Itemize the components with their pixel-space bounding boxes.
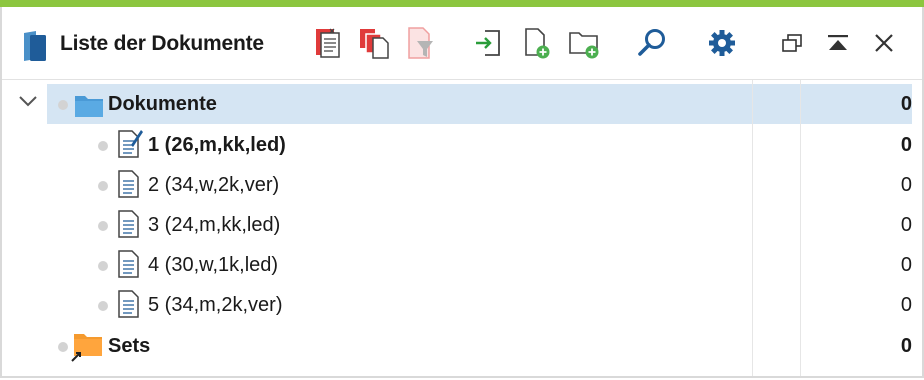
window-title: Liste der Dokumente — [60, 32, 264, 55]
filter-icon — [408, 27, 433, 59]
document-icon — [118, 210, 139, 238]
activate-all-icon — [316, 28, 340, 58]
tree-label-document: 4 (30,w,1k,led) — [148, 254, 279, 276]
status-dot — [98, 141, 108, 151]
tree-count-document: 0 — [900, 214, 912, 236]
column-divider — [752, 80, 753, 376]
restore-window-icon — [782, 34, 802, 52]
tree-label-dokumente: Dokumente — [108, 93, 217, 115]
document-icon — [118, 290, 139, 318]
collapse-icon — [828, 35, 848, 50]
tree-row-sets[interactable]: Sets 0 — [2, 326, 922, 366]
tree-row-document[interactable]: 4 (30,w,1k,led) 0 — [2, 245, 922, 285]
close-button[interactable] — [866, 25, 902, 61]
status-dot — [98, 221, 108, 231]
status-dot — [58, 100, 68, 110]
orange-folder-shortcut-icon — [71, 334, 102, 362]
search-icon — [638, 29, 665, 56]
tree-row-document[interactable]: 2 (34,w,2k,ver) 0 — [2, 165, 922, 205]
settings-button[interactable] — [704, 25, 740, 61]
filter-button[interactable] — [402, 25, 438, 61]
close-icon — [875, 34, 893, 52]
tree-label-sets: Sets — [108, 335, 151, 357]
tree-label-document: 5 (34,m,2k,ver) — [148, 294, 283, 316]
status-dot — [98, 261, 108, 271]
document-icon — [118, 250, 139, 278]
accent-bar — [0, 0, 924, 7]
toolbar: Liste der Dokumente — [2, 7, 922, 80]
copy-documents-button[interactable] — [356, 25, 392, 61]
import-icon — [476, 30, 500, 56]
restore-window-button[interactable] — [774, 25, 810, 61]
status-dot — [58, 342, 68, 352]
edited-document-icon — [118, 130, 143, 158]
tree-count-document: 0 — [900, 134, 912, 156]
tree-row-dokumente[interactable]: Dokumente 0 — [2, 80, 922, 124]
activate-all-button[interactable] — [310, 25, 346, 61]
new-document-icon — [525, 28, 550, 59]
tree-row-document[interactable]: 3 (24,m,kk,led) 0 — [2, 205, 922, 245]
tree-count-document: 0 — [900, 294, 912, 316]
tree-row-document[interactable]: 1 (26,m,kk,led) 0 — [2, 125, 922, 165]
tree-count-document: 0 — [900, 174, 912, 196]
status-dot — [98, 301, 108, 311]
import-button[interactable] — [470, 25, 506, 61]
tree-count-sets: 0 — [900, 335, 912, 357]
settings-icon — [709, 30, 735, 56]
tree-label-document: 2 (34,w,2k,ver) — [148, 174, 280, 196]
tree-label-document: 3 (24,m,kk,led) — [148, 214, 281, 236]
tree-count-document: 0 — [900, 254, 912, 276]
tree-row-document[interactable]: 5 (34,m,2k,ver) 0 — [2, 285, 922, 325]
collapse-button[interactable] — [820, 25, 856, 61]
document-icon — [118, 170, 139, 198]
tree-count-dokumente: 0 — [900, 93, 912, 115]
new-folder-button[interactable] — [566, 25, 602, 61]
new-document-button[interactable] — [518, 25, 554, 61]
new-folder-icon — [569, 32, 599, 59]
document-tree: Dokumente 0 1 (26,m,kk,led) 0 2 (34,w,2k… — [2, 80, 922, 376]
document-list-window: Liste der Dokumente Dokumente 0 1 (26,m,… — [0, 0, 924, 378]
search-button[interactable] — [634, 25, 670, 61]
status-dot — [98, 181, 108, 191]
tree-label-document: 1 (26,m,kk,led) — [148, 134, 286, 156]
documents-logo-icon — [24, 31, 46, 61]
column-divider — [800, 80, 801, 376]
chevron-down-icon[interactable] — [18, 94, 38, 108]
copy-documents-icon — [360, 29, 389, 59]
blue-folder-icon — [75, 96, 103, 117]
